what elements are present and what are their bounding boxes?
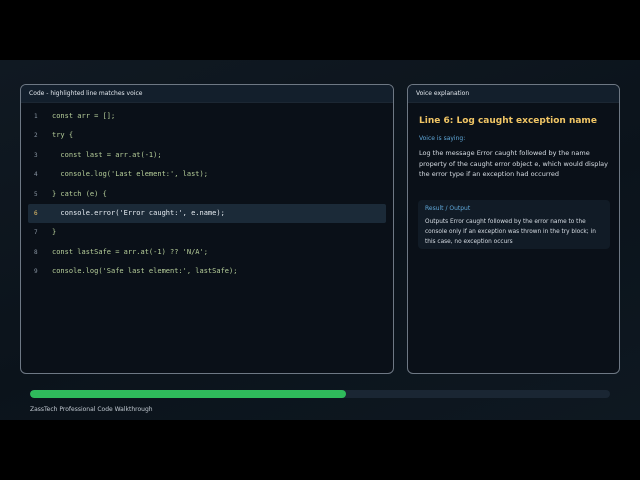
voice-panel-header: Voice explanation xyxy=(408,85,619,103)
code-text: try { xyxy=(52,131,74,140)
code-text: console.error('Error caught:', e.name); xyxy=(52,209,225,217)
line-number: 2 xyxy=(34,132,38,140)
code-text: } xyxy=(52,228,57,237)
voice-panel: Voice explanation Line 6: Log caught exc… xyxy=(407,84,620,374)
footer-text: ZassTech Professional Code Walkthrough xyxy=(30,406,153,413)
code-panel-header: Code - highlighted line matches voice xyxy=(21,85,393,103)
code-text: } catch (e) { xyxy=(52,189,107,198)
code-text: const arr = []; xyxy=(52,112,116,120)
code-text: const last = arr.at(-1); xyxy=(52,150,162,159)
progress-bar xyxy=(30,390,610,398)
code-line-9: 9 console.log('Safe last element:', last… xyxy=(28,262,386,281)
code-line-4: 4 console.log('Last element:', last); xyxy=(28,165,386,184)
code-text: const lastSafe = arr.at(-1) ?? 'N/A'; xyxy=(52,247,208,256)
code-line-5: 5 } catch (e) { xyxy=(28,185,386,204)
line-number: 1 xyxy=(34,113,38,120)
walkthrough-stage: Code - highlighted line matches voice 1 … xyxy=(0,60,640,420)
line-number: 8 xyxy=(34,248,38,256)
voice-text: Log the message Error caught followed by… xyxy=(419,149,609,178)
result-box: Result / Output Outputs Error caught fol… xyxy=(418,200,610,249)
code-line-2: 2 try { xyxy=(28,126,386,145)
code-text: console.log('Safe last element:', lastSa… xyxy=(52,267,238,276)
line-number: 9 xyxy=(34,268,38,276)
code-panel: Code - highlighted line matches voice 1 … xyxy=(20,84,394,374)
voice-title: Line 6: Log caught exception name xyxy=(419,116,597,126)
code-text: console.log('Last element:', last); xyxy=(52,170,208,179)
line-number: 5 xyxy=(34,190,38,198)
line-number: 6 xyxy=(34,210,38,217)
line-number: 4 xyxy=(34,171,38,179)
result-text: Outputs Error caught followed by the err… xyxy=(425,219,596,245)
code-line-8: 8 const lastSafe = arr.at(-1) ?? 'N/A'; xyxy=(28,243,386,262)
progress-fill xyxy=(30,390,347,398)
code-line-7: 7 } xyxy=(28,223,386,242)
line-number: 3 xyxy=(34,151,38,159)
voice-subtitle: Voice is saying: xyxy=(419,135,466,142)
line-number: 7 xyxy=(34,229,38,237)
code-line-3: 3 const last = arr.at(-1); xyxy=(28,146,386,165)
code-line-6-highlighted: 6 console.error('Error caught:', e.name)… xyxy=(28,204,386,223)
result-label: Result / Output xyxy=(425,205,471,212)
code-line-1: 1 const arr = []; xyxy=(28,107,386,126)
